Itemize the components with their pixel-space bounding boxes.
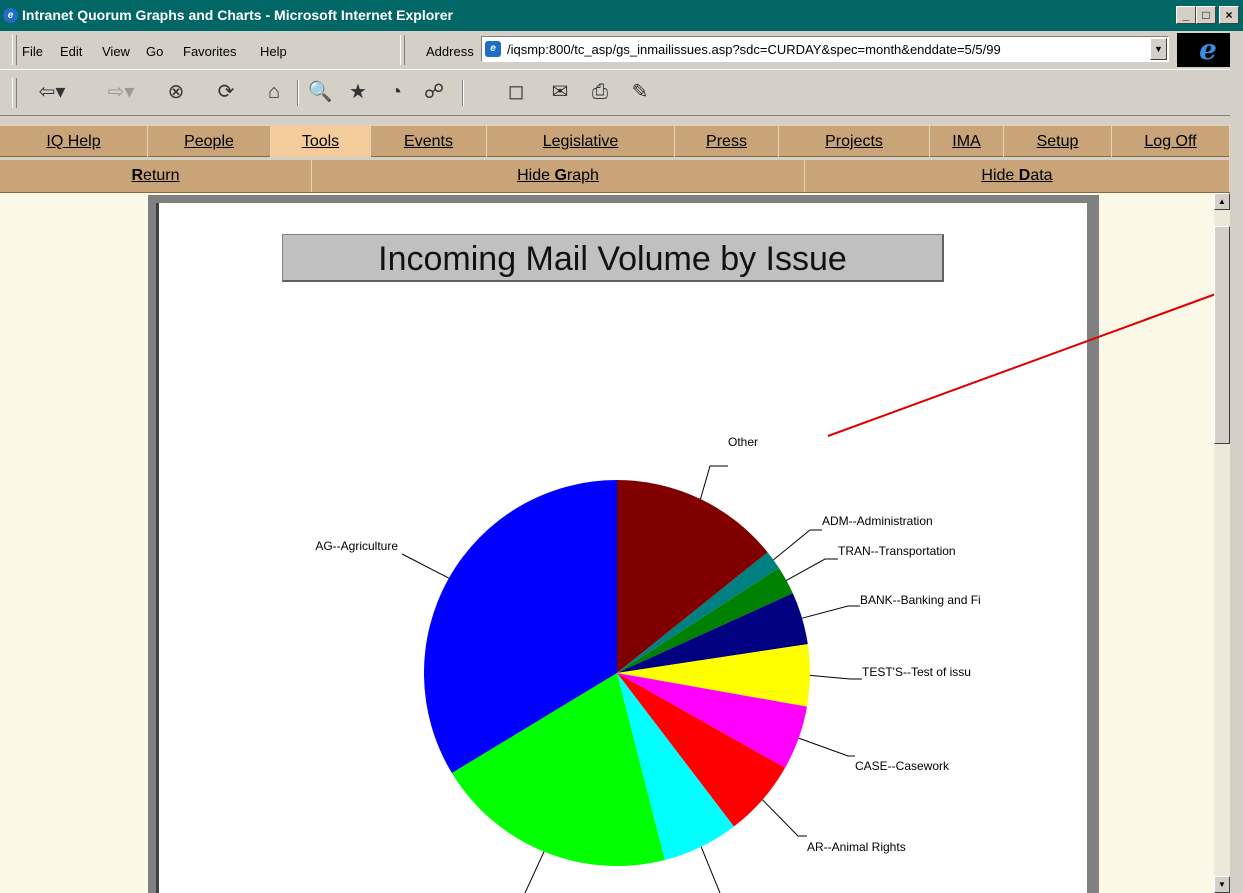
leader-line bbox=[401, 553, 450, 579]
leader-line bbox=[524, 851, 545, 893]
scroll-up-icon[interactable]: ▲ bbox=[1214, 193, 1230, 210]
slice-label: CASE--Casework bbox=[855, 759, 950, 773]
slice-label: ADM--Administration bbox=[822, 514, 933, 528]
slice-label: TRAN--Transportation bbox=[838, 544, 956, 558]
slice-label: AR--Animal Rights bbox=[807, 840, 906, 854]
slice-label: TEST'S--Test of issu bbox=[862, 665, 971, 679]
leader-line bbox=[762, 799, 807, 837]
window-right-border bbox=[1230, 31, 1243, 893]
leader-line bbox=[786, 558, 838, 581]
leader-line bbox=[700, 846, 721, 893]
scroll-down-icon[interactable]: ▼ bbox=[1214, 876, 1230, 893]
leader-line bbox=[801, 605, 860, 619]
pie-chart: Other ADM--Administration TRAN--Transporta… bbox=[315, 283, 1243, 893]
slice-label: BANK--Banking and Fi bbox=[860, 593, 981, 607]
annotation-arrow bbox=[827, 283, 1243, 437]
leader-line bbox=[809, 674, 862, 680]
vertical-scrollbar[interactable]: ▲ ▼ bbox=[1214, 193, 1230, 893]
leader-line bbox=[773, 529, 822, 561]
slice-label: Other bbox=[728, 435, 758, 449]
leader-line bbox=[798, 737, 855, 757]
slice-label: AG--Agriculture bbox=[315, 539, 398, 553]
scroll-thumb[interactable] bbox=[1214, 226, 1230, 444]
leader-line bbox=[700, 465, 728, 500]
